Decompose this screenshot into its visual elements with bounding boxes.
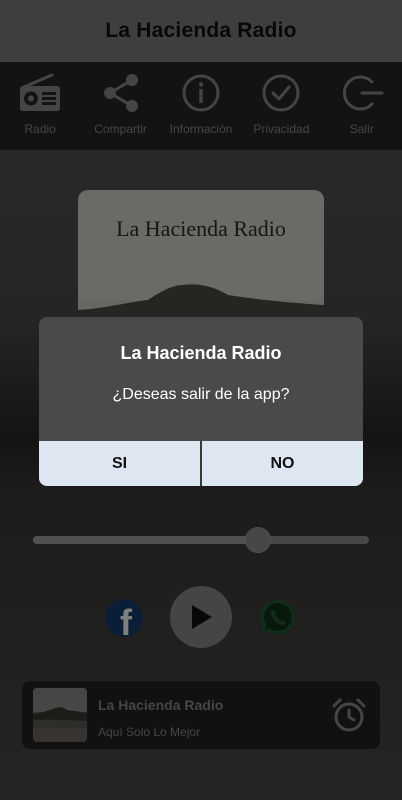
dialog-buttons: SI NO	[39, 441, 363, 486]
dialog-yes-button[interactable]: SI	[39, 441, 202, 486]
app-screen: La Hacienda Radio Radio Compar	[0, 0, 402, 800]
dialog-message: ¿Deseas salir de la app?	[112, 386, 290, 403]
exit-dialog: La Hacienda Radio ¿Deseas salir de la ap…	[39, 317, 363, 486]
dialog-no-button[interactable]: NO	[202, 441, 363, 486]
dialog-title: La Hacienda Radio	[120, 343, 282, 363]
